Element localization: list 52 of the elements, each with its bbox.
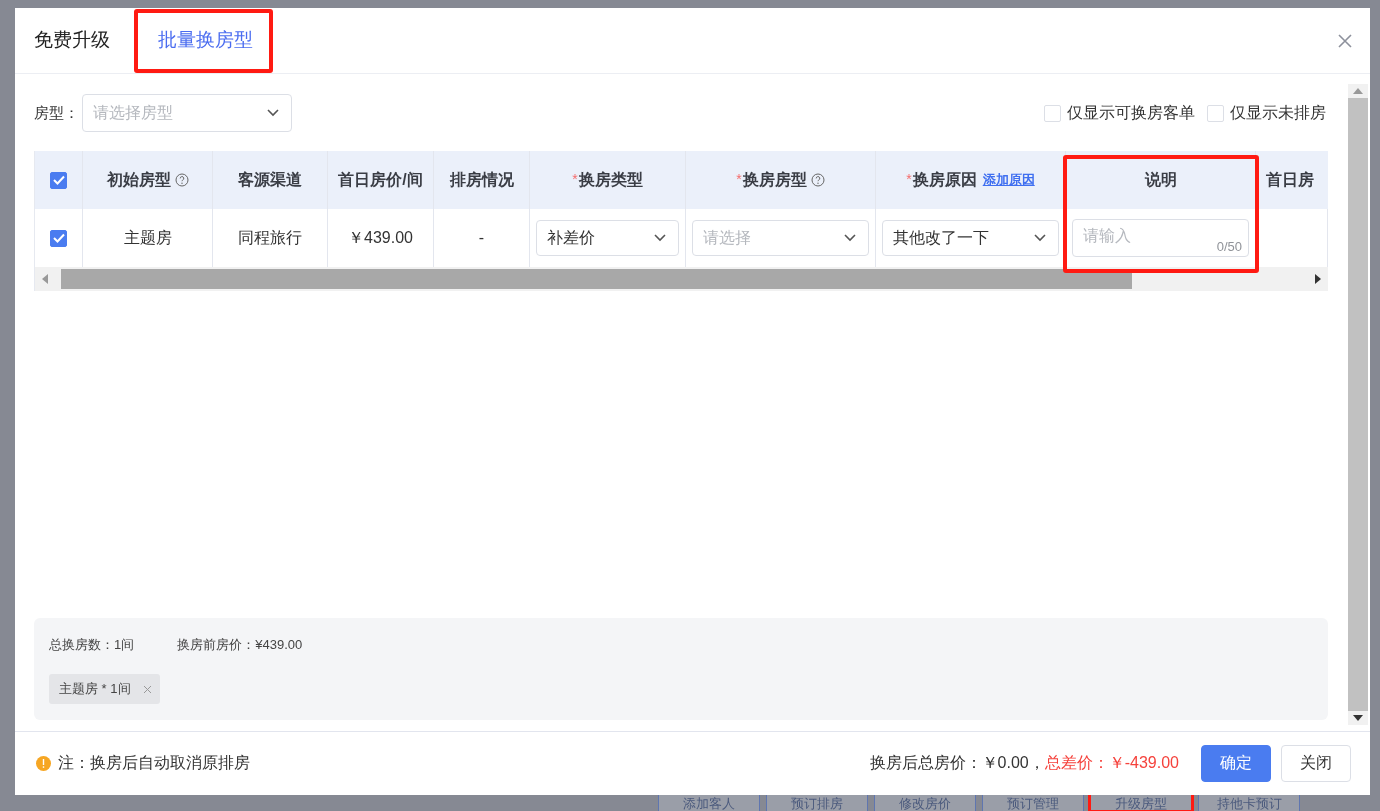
table-cell-text: 主题房 xyxy=(123,227,172,248)
add-reason-link[interactable]: 添加原因 xyxy=(982,171,1035,189)
arrow-up-icon[interactable] xyxy=(1353,88,1363,94)
summary-text: 总换房数：1间 xyxy=(49,636,135,654)
close-icon[interactable] xyxy=(142,684,152,694)
column-header: 首日房价/间 xyxy=(338,169,423,190)
column-header: 换房房型 xyxy=(742,169,807,190)
column-header: 说明 xyxy=(1144,169,1177,190)
tag: 主题房 * 1间 xyxy=(49,674,160,704)
table-cell-text: ￥439.00 xyxy=(348,227,413,248)
tab[interactable]: 批量换房型 xyxy=(134,8,273,73)
column-header: 排房情况 xyxy=(449,169,514,190)
arrow-right-icon[interactable] xyxy=(1314,274,1322,284)
arrow-down-icon[interactable] xyxy=(1353,715,1363,721)
note-text: 注：换房后自动取消原排房 xyxy=(58,753,250,773)
column-header: 客源渠道 xyxy=(238,169,302,190)
checkbox[interactable] xyxy=(1044,104,1061,122)
room-type-select[interactable]: 请选择房型 xyxy=(82,94,292,132)
close-button[interactable]: 关闭 xyxy=(1281,745,1351,782)
close-icon[interactable] xyxy=(1337,33,1353,49)
row-checkbox[interactable] xyxy=(50,229,67,247)
select-field[interactable]: 请选择 xyxy=(692,220,869,256)
note-input[interactable]: 请输入 0/50 xyxy=(1072,219,1249,257)
vertical-scrollbar[interactable] xyxy=(1348,84,1368,725)
chevron-down-icon xyxy=(1034,234,1046,242)
column-header: 换房类型 xyxy=(578,169,643,190)
select-field[interactable]: 其他改了一下 xyxy=(882,220,1059,256)
checkbox[interactable] xyxy=(1207,104,1224,122)
summary-text: 换房前房价：¥439.00 xyxy=(177,636,303,654)
column-header: 初始房型 xyxy=(106,169,171,190)
table-cell: - xyxy=(478,229,485,247)
select-all-checkbox[interactable] xyxy=(50,171,67,189)
checkbox-label: 仅显示可换房客单 xyxy=(1067,102,1195,123)
required-mark: * xyxy=(906,171,912,187)
chevron-down-icon xyxy=(844,234,856,242)
column-header: 首日房 xyxy=(1266,169,1314,190)
price-difference: 总差价：￥-439.00 xyxy=(1044,753,1179,773)
confirm-button[interactable]: 确定 xyxy=(1201,745,1271,782)
horizontal-scrollbar[interactable] xyxy=(35,267,1328,291)
checkbox-label: 仅显示未排房 xyxy=(1230,102,1326,123)
chevron-down-icon xyxy=(654,234,666,242)
table-cell-text: 同程旅行 xyxy=(238,227,302,248)
column-header: 换房原因 xyxy=(912,169,977,190)
total-price: 换房后总房价：￥0.00， xyxy=(869,753,1045,773)
filter-label: 房型： xyxy=(34,103,79,123)
arrow-left-icon[interactable] xyxy=(41,274,49,284)
required-mark: * xyxy=(736,171,742,187)
chevron-down-icon xyxy=(267,109,279,117)
required-mark: * xyxy=(572,171,578,187)
select-field[interactable]: 补差价 xyxy=(536,220,679,256)
tab[interactable]: 免费升级 xyxy=(34,11,126,70)
warning-icon xyxy=(36,756,51,771)
